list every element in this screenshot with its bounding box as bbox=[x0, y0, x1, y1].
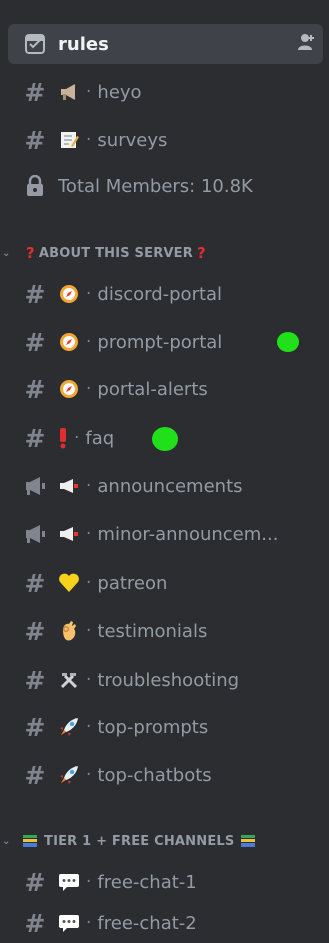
channel-prompt-portal[interactable]: # · prompt-portal bbox=[8, 322, 323, 362]
channel-discord-portal[interactable]: # · discord-portal bbox=[8, 274, 323, 314]
channel-label: top-chatbots bbox=[97, 764, 212, 786]
category-label: TIER 1 + FREE CHANNELS bbox=[44, 833, 235, 849]
category-about-this-server[interactable]: ⌄ ? ABOUT THIS SERVER ? bbox=[2, 240, 323, 266]
channel-announcements[interactable]: · announcements bbox=[8, 466, 323, 506]
channel-total-members[interactable]: Total Members: 10.8K bbox=[8, 166, 323, 206]
hash-icon: # bbox=[24, 77, 46, 107]
channel-label: Total Members: 10.8K bbox=[58, 175, 253, 197]
channel-label: patreon bbox=[97, 572, 168, 594]
hash-icon: # bbox=[24, 374, 46, 404]
channel-heyo[interactable]: # · heyo bbox=[8, 72, 323, 112]
chevron-down-icon: ⌄ bbox=[2, 247, 11, 259]
hash-icon: # bbox=[24, 712, 46, 742]
exclamation-icon bbox=[58, 427, 68, 449]
rules-icon bbox=[22, 33, 48, 55]
channel-label: testimonials bbox=[97, 620, 208, 642]
tools-icon bbox=[58, 669, 80, 691]
channel-label: top-prompts bbox=[97, 716, 209, 738]
hash-icon: # bbox=[24, 760, 46, 790]
channel-rules[interactable]: rules bbox=[8, 24, 323, 64]
channel-minor-announcements[interactable]: · minor-announcem... bbox=[8, 514, 323, 554]
add-member-icon[interactable] bbox=[297, 33, 315, 55]
compass-icon bbox=[58, 378, 80, 400]
hash-icon: # bbox=[24, 616, 46, 646]
hash-icon: # bbox=[24, 423, 46, 453]
channel-troubleshooting[interactable]: # · troubleshooting bbox=[8, 660, 323, 700]
channel-label: prompt-portal bbox=[97, 331, 223, 353]
channel-label: surveys bbox=[97, 129, 168, 151]
channel-label: faq bbox=[85, 427, 115, 449]
channel-label: rules bbox=[58, 33, 109, 55]
announcement-icon bbox=[22, 476, 48, 496]
green-highlight-mark bbox=[152, 427, 178, 451]
channel-label: discord-portal bbox=[97, 283, 223, 305]
loudspeaker-icon bbox=[58, 475, 80, 497]
loudspeaker-icon bbox=[58, 523, 80, 545]
heart-icon bbox=[58, 572, 80, 594]
hash-icon: # bbox=[24, 327, 46, 357]
hash-icon: # bbox=[24, 568, 46, 598]
category-tier1-free-channels[interactable]: ⌄ TIER 1 + FREE CHANNELS bbox=[2, 828, 323, 854]
channel-surveys[interactable]: # · surveys bbox=[8, 120, 323, 160]
channel-top-prompts[interactable]: # · top-prompts bbox=[8, 707, 323, 747]
channel-label: free-chat-1 bbox=[97, 871, 197, 893]
chevron-down-icon: ⌄ bbox=[2, 835, 11, 847]
announcement-icon bbox=[22, 524, 48, 544]
channel-label: minor-announcem... bbox=[97, 523, 279, 545]
hash-icon: # bbox=[24, 908, 46, 938]
channel-free-chat-1[interactable]: # · free-chat-1 bbox=[8, 862, 323, 902]
hash-icon: # bbox=[24, 867, 46, 897]
books-icon bbox=[22, 834, 38, 848]
compass-icon bbox=[58, 331, 80, 353]
memo-icon bbox=[58, 129, 80, 151]
compass-icon bbox=[58, 283, 80, 305]
green-highlight-mark bbox=[277, 332, 299, 352]
books-icon bbox=[240, 834, 256, 848]
ok-hand-icon bbox=[58, 620, 80, 642]
hash-icon: # bbox=[24, 125, 46, 155]
channel-label: heyo bbox=[97, 81, 142, 103]
lock-icon bbox=[22, 175, 48, 197]
channel-label: free-chat-2 bbox=[97, 912, 197, 934]
rocket-icon bbox=[58, 764, 80, 786]
channel-label: portal-alerts bbox=[97, 378, 208, 400]
hash-icon: # bbox=[24, 279, 46, 309]
channel-testimonials[interactable]: # · testimonials bbox=[8, 611, 323, 651]
speech-balloon-icon bbox=[58, 912, 80, 934]
hash-icon: # bbox=[24, 665, 46, 695]
channel-label: troubleshooting bbox=[97, 669, 240, 691]
channel-top-chatbots[interactable]: # · top-chatbots bbox=[8, 755, 323, 795]
channel-patreon[interactable]: # · patreon bbox=[8, 563, 323, 603]
megaphone-icon bbox=[58, 81, 80, 103]
rocket-icon bbox=[58, 716, 80, 738]
channel-free-chat-2[interactable]: # · free-chat-2 bbox=[8, 903, 323, 943]
channel-portal-alerts[interactable]: # · portal-alerts bbox=[8, 369, 323, 409]
speech-balloon-icon bbox=[58, 871, 80, 893]
category-label: ABOUT THIS SERVER bbox=[38, 245, 193, 261]
channel-label: announcements bbox=[97, 475, 243, 497]
